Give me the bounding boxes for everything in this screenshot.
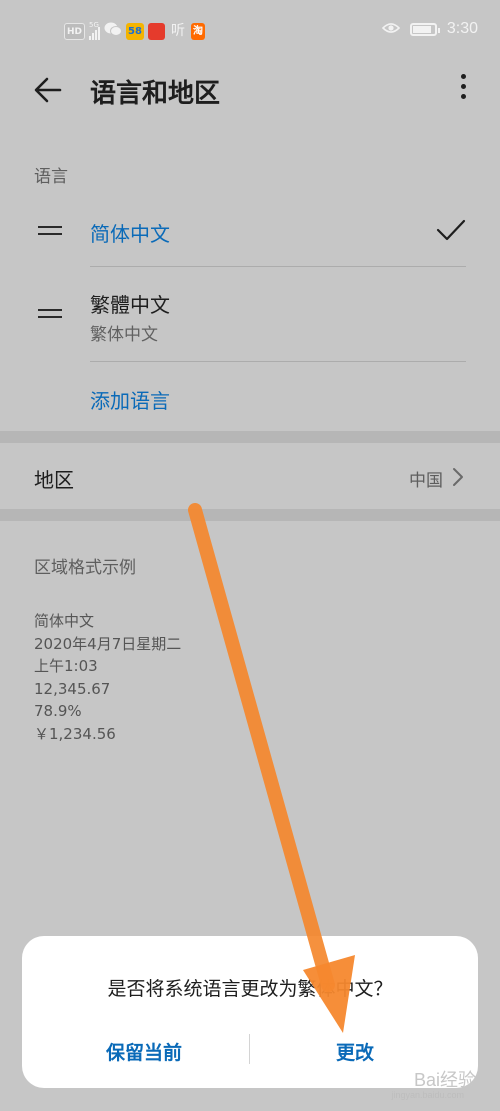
hd-indicator: HD bbox=[64, 22, 86, 40]
drag-handle-icon[interactable] bbox=[38, 309, 62, 319]
button-divider bbox=[249, 1034, 250, 1064]
signal-icon: 5G bbox=[89, 20, 101, 40]
signal-label: 5G bbox=[89, 20, 99, 29]
status-bar: HD 5G 58 听 淘 3:30 bbox=[0, 0, 500, 60]
battery-icon bbox=[409, 22, 440, 36]
keep-current-button[interactable]: 保留当前 bbox=[54, 1038, 234, 1065]
region-value: 中国 bbox=[409, 471, 443, 491]
ting-app-icon: 听 bbox=[170, 22, 185, 39]
language-name: 简体中文 bbox=[90, 222, 170, 246]
status-time: 3:30 bbox=[446, 20, 478, 37]
language-subtitle: 繁体中文 bbox=[90, 325, 158, 345]
status-icons-right: 3:30 bbox=[381, 20, 478, 38]
wechat-icon bbox=[104, 21, 123, 41]
language-section-label: 语言 bbox=[34, 167, 68, 187]
region-row[interactable]: 地区 中国 bbox=[0, 443, 500, 509]
example-percent: 78.9% bbox=[34, 702, 82, 720]
section-separator bbox=[0, 431, 500, 443]
chevron-right-icon bbox=[452, 467, 464, 491]
app-58-icon: 58 bbox=[126, 22, 144, 40]
language-name: 繁體中文 bbox=[90, 293, 170, 317]
baidu-watermark-url: jingyan.baidu.com bbox=[391, 1090, 464, 1100]
example-currency: ￥1,234.56 bbox=[34, 724, 116, 743]
taobao-icon: 淘 bbox=[190, 22, 205, 40]
add-language-link[interactable]: 添加语言 bbox=[90, 385, 170, 414]
dialog-message: 是否将系统语言更改为繁体中文？ bbox=[107, 978, 393, 1000]
language-item-simplified[interactable]: 简体中文 bbox=[0, 196, 500, 266]
more-options-icon[interactable] bbox=[458, 74, 468, 106]
example-time: 上午1:03 bbox=[34, 657, 98, 675]
baidu-watermark: Bai经验 bbox=[413, 1070, 476, 1090]
format-example-label: 区域格式示例 bbox=[34, 558, 136, 578]
status-icons-left: HD 5G 58 听 淘 bbox=[64, 21, 205, 41]
eye-icon bbox=[381, 20, 400, 38]
example-language: 简体中文 bbox=[34, 612, 95, 630]
region-label: 地区 bbox=[34, 468, 74, 492]
check-icon bbox=[436, 218, 466, 246]
example-date: 2020年4月7日星期二 bbox=[34, 634, 182, 653]
section-separator bbox=[0, 509, 500, 521]
news-app-icon bbox=[147, 22, 165, 40]
page-title: 语言和地区 bbox=[90, 79, 221, 109]
format-example-lines: 简体中文 2020年4月7日星期二 上午1:03 12,345.67 78.9%… bbox=[34, 610, 181, 745]
app-bar: 语言和地区 bbox=[0, 60, 500, 120]
language-item-traditional[interactable]: 繁體中文 繁体中文 bbox=[0, 267, 500, 361]
divider bbox=[90, 361, 466, 362]
confirm-dialog: 是否将系统语言更改为繁体中文？ 保留当前 更改 bbox=[22, 936, 478, 1088]
example-number: 12,345.67 bbox=[34, 679, 111, 698]
back-arrow-icon[interactable] bbox=[30, 72, 66, 108]
change-button[interactable]: 更改 bbox=[265, 1038, 445, 1065]
drag-handle-icon[interactable] bbox=[38, 226, 62, 236]
